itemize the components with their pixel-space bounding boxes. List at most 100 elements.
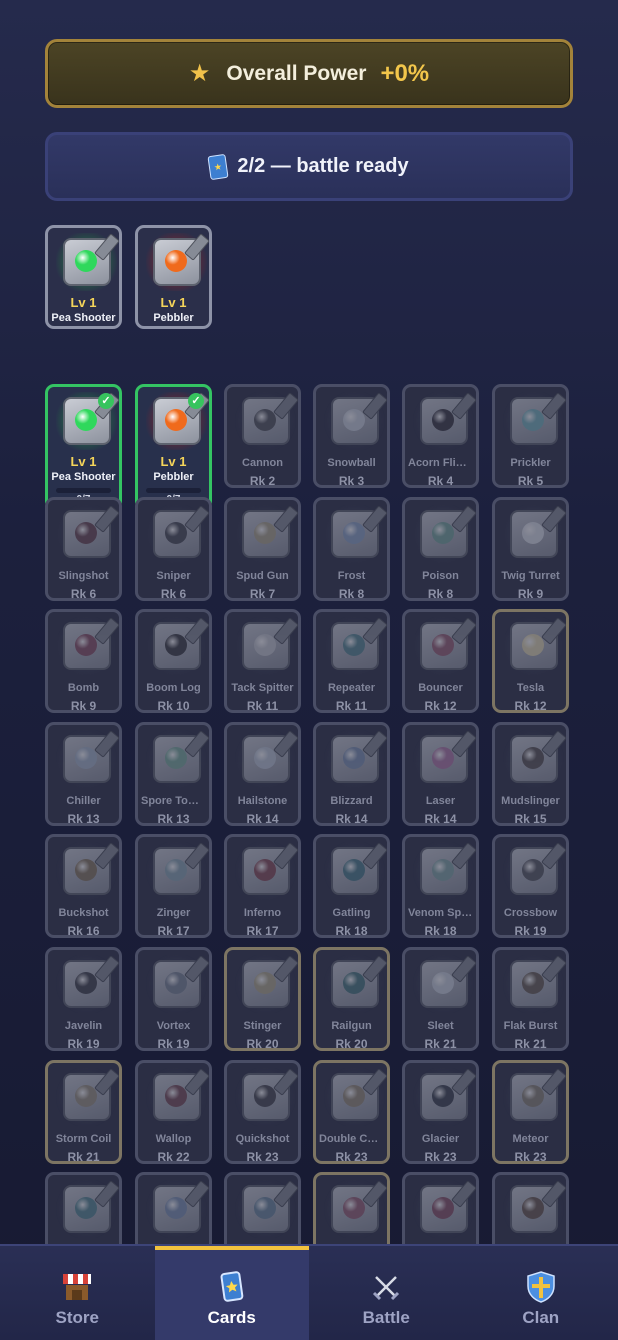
card-name: Boom Log (138, 682, 209, 694)
locked-card[interactable]: BouncerRk 12 (402, 609, 479, 713)
card-name: Bomb (48, 682, 119, 694)
locked-card[interactable]: GlacierRk 23 (402, 1060, 479, 1164)
card-rank: Rk 18 (316, 924, 387, 938)
locked-card[interactable]: RailgunRk 20 (313, 947, 390, 1051)
locked-card[interactable]: Venom SpitterRk 18 (402, 834, 479, 938)
power-label: Overall Power (226, 62, 366, 86)
tab-cards[interactable]: Cards (155, 1246, 310, 1340)
turret-art (146, 1068, 207, 1126)
locked-card[interactable]: HailstoneRk 14 (224, 722, 301, 826)
card-level: Lv 1 (48, 454, 119, 469)
card-rank: Rk 9 (48, 699, 119, 713)
locked-card[interactable]: PoisonRk 8 (402, 497, 479, 601)
card-rank: Rk 20 (227, 1037, 298, 1051)
locked-card[interactable]: Flak BurstRk 21 (492, 947, 569, 1051)
locked-card[interactable]: SniperRk 6 (135, 497, 212, 601)
locked-card[interactable]: RepeaterRk 11 (313, 609, 390, 713)
turret-art (56, 730, 117, 788)
card-name: Wallop (138, 1133, 209, 1145)
tab-clan[interactable]: Clan (464, 1246, 618, 1340)
card-name: Stinger (227, 1020, 298, 1032)
locked-card[interactable]: SleetRk 21 (402, 947, 479, 1051)
tab-clan-label: Clan (522, 1308, 559, 1328)
turret-art (324, 617, 385, 675)
card-name: Repeater (316, 682, 387, 694)
turret-art (324, 392, 385, 450)
card-name: Tack Spitter (227, 682, 298, 694)
locked-card[interactable]: InfernoRk 17 (224, 834, 301, 938)
card-name: Crossbow (495, 907, 566, 919)
deck-status-text: 2/2 — battle ready (237, 155, 408, 178)
card-name: Glacier (405, 1133, 476, 1145)
deck-slot-card[interactable]: Lv 1Pea Shooter (45, 225, 122, 329)
tab-store-label: Store (56, 1308, 99, 1328)
locked-card[interactable]: BlizzardRk 14 (313, 722, 390, 826)
locked-card[interactable]: JavelinRk 19 (45, 947, 122, 1051)
card-rank: Rk 20 (316, 1037, 387, 1051)
locked-card[interactable]: PricklerRk 5 (492, 384, 569, 488)
turret-art (235, 505, 296, 563)
turret-art (235, 617, 296, 675)
card-name: Double Cannon (316, 1133, 387, 1145)
turret-art (413, 392, 474, 450)
locked-card[interactable]: CannonRk 2 (224, 384, 301, 488)
tab-store[interactable]: Store (0, 1246, 155, 1340)
locked-card[interactable]: Double CannonRk 23 (313, 1060, 390, 1164)
card-name: Cannon (227, 457, 298, 469)
card-rank: Rk 12 (495, 699, 566, 713)
card-rank: Rk 21 (405, 1037, 476, 1051)
locked-card[interactable]: Spud GunRk 7 (224, 497, 301, 601)
turret-art (413, 730, 474, 788)
locked-card[interactable]: TeslaRk 12 (492, 609, 569, 713)
locked-card[interactable]: VortexRk 19 (135, 947, 212, 1051)
deck-slot-card[interactable]: Lv 1Pebbler (135, 225, 212, 329)
locked-card[interactable]: Tack Spitter Rk 11 (224, 609, 301, 713)
card-rank: Rk 17 (138, 924, 209, 938)
locked-card[interactable]: FrostRk 8 (313, 497, 390, 601)
locked-card[interactable]: Wallop Rk 22 (135, 1060, 212, 1164)
locked-card[interactable]: Spore TowerRk 13 (135, 722, 212, 826)
card-rank: Rk 21 (48, 1150, 119, 1164)
locked-card[interactable]: ZingerRk 17 (135, 834, 212, 938)
locked-card[interactable]: Laser Rk 14 (402, 722, 479, 826)
card-rank: Rk 10 (138, 699, 209, 713)
locked-card[interactable]: BuckshotRk 16 (45, 834, 122, 938)
card-rank: Rk 23 (227, 1150, 298, 1164)
locked-card[interactable]: Stinger Rk 20 (224, 947, 301, 1051)
shield-icon (526, 1270, 556, 1304)
tab-battle[interactable]: Battle (309, 1246, 464, 1340)
owned-card[interactable]: ✓Lv 1Pea Shooter0/7 (45, 384, 122, 510)
card-progress-bar (146, 488, 201, 493)
locked-card[interactable]: Boom Log Rk 10 (135, 609, 212, 713)
locked-card[interactable]: QuickshotRk 23 (224, 1060, 301, 1164)
locked-card[interactable]: Twig TurretRk 9 (492, 497, 569, 601)
card-name: Laser (405, 795, 476, 807)
turret-art (146, 730, 207, 788)
card-name: Slingshot (48, 570, 119, 582)
locked-card[interactable]: MeteorRk 23 (492, 1060, 569, 1164)
locked-card[interactable]: SlingshotRk 6 (45, 497, 122, 601)
locked-card[interactable]: Storm CoilRk 21 (45, 1060, 122, 1164)
locked-card[interactable]: Crossbow Rk 19 (492, 834, 569, 938)
deck-status-banner[interactable]: ★ 2/2 — battle ready (45, 132, 573, 201)
card-rank: Rk 22 (138, 1150, 209, 1164)
card-level: Lv 1 (48, 295, 119, 310)
locked-card[interactable]: MudslingerRk 15 (492, 722, 569, 826)
owned-card[interactable]: ✓Lv 1Pebbler0/7 (135, 384, 212, 510)
card-rank: Rk 19 (495, 924, 566, 938)
locked-card[interactable]: GatlingRk 18 (313, 834, 390, 938)
turret-art (235, 842, 296, 900)
turret-art (503, 505, 564, 563)
bottom-nav: Store Cards Battle (0, 1244, 618, 1340)
turret-art (146, 842, 207, 900)
card-name: Spud Gun (227, 570, 298, 582)
locked-card[interactable]: Acorn FlingerRk 4 (402, 384, 479, 488)
turret-art (56, 1180, 117, 1238)
card-rank: Rk 3 (316, 474, 387, 488)
turret-art (413, 505, 474, 563)
locked-card[interactable]: ChillerRk 13 (45, 722, 122, 826)
locked-card[interactable]: SnowballRk 3 (313, 384, 390, 488)
locked-card[interactable]: Bomb Rk 9 (45, 609, 122, 713)
card-rank: Rk 11 (227, 699, 298, 713)
card-rank: Rk 14 (405, 812, 476, 826)
